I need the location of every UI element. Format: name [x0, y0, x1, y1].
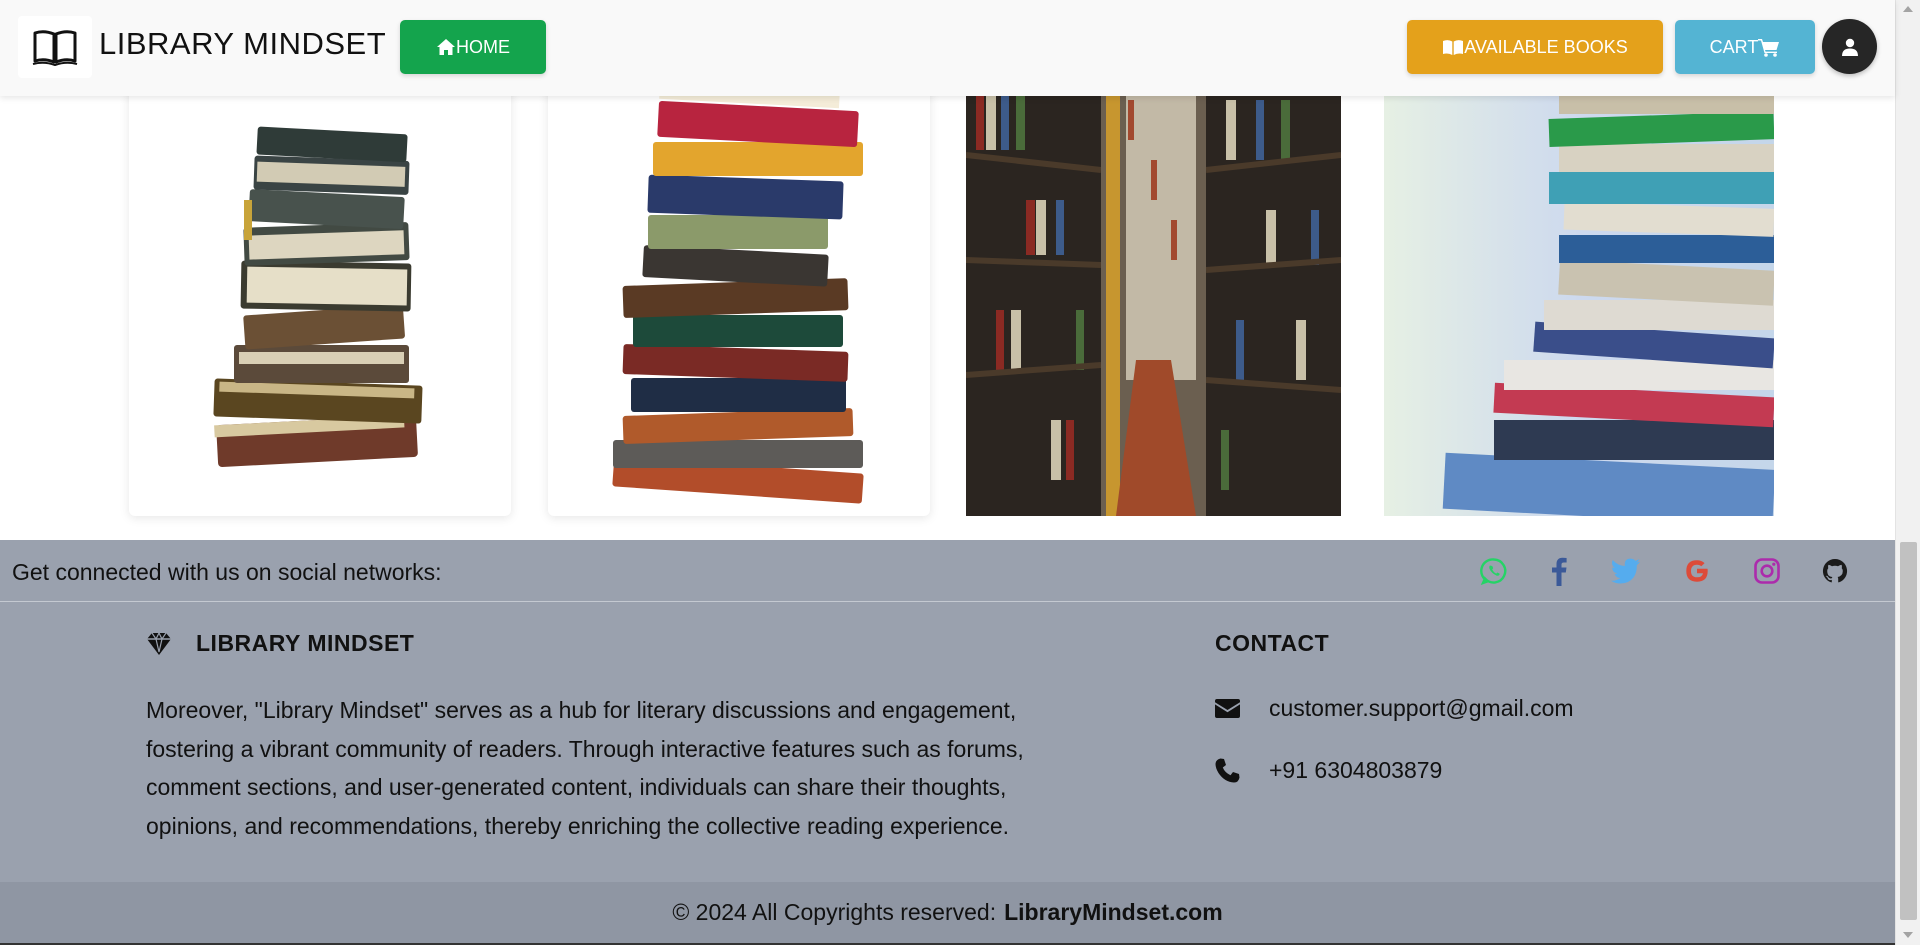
- user-icon: [1841, 38, 1858, 56]
- copyright-site-link[interactable]: LibraryMindset.com: [1004, 899, 1223, 926]
- instagram-icon[interactable]: [1750, 554, 1784, 588]
- social-text: Get connected with us on social networks…: [12, 559, 442, 585]
- phone-icon: [1215, 758, 1241, 784]
- brand-name[interactable]: LIBRARY MINDSET: [99, 26, 386, 62]
- footer-about-heading: LIBRARY MINDSET: [196, 630, 415, 656]
- contact-phone[interactable]: +91 6304803879: [1269, 757, 1442, 784]
- user-avatar-button[interactable]: [1822, 19, 1877, 74]
- cart-button[interactable]: CART: [1675, 20, 1815, 74]
- twitter-icon[interactable]: [1609, 554, 1643, 588]
- github-icon[interactable]: [1818, 554, 1852, 588]
- social-bar: Get connected with us on social networks…: [0, 540, 1895, 602]
- scrollbar-thumb[interactable]: [1900, 542, 1917, 920]
- stacked-colorful-books-image: [548, 60, 930, 516]
- book-open-icon: [1443, 39, 1464, 55]
- contact-phone-row: +91 6304803879: [1215, 757, 1442, 784]
- scroll-up-arrow-icon[interactable]: [1903, 6, 1913, 12]
- contact-email[interactable]: customer.support@gmail.com: [1269, 695, 1574, 722]
- top-navbar: LIBRARY MINDSET HOME AVAILABLE BOOKS CAR…: [0, 0, 1895, 96]
- gem-icon: [147, 631, 171, 655]
- home-icon: [437, 39, 455, 55]
- books-on-table-image: [1384, 60, 1774, 516]
- footer: Get connected with us on social networks…: [0, 540, 1895, 945]
- footer-about-title: LIBRARY MINDSET: [146, 630, 414, 657]
- facebook-icon[interactable]: [1542, 554, 1576, 588]
- copyright-text: © 2024 All Copyrights reserved:: [672, 899, 997, 925]
- cart-button-label: CART: [1709, 36, 1759, 57]
- open-book-icon[interactable]: [18, 16, 92, 78]
- whatsapp-icon[interactable]: [1477, 554, 1511, 588]
- contact-email-row: customer.support@gmail.com: [1215, 695, 1574, 722]
- available-books-label: AVAILABLE BOOKS: [1464, 36, 1628, 57]
- cart-icon: [1758, 38, 1780, 57]
- library-aisle-image: [966, 60, 1341, 516]
- home-button-label: HOME: [456, 36, 510, 57]
- google-icon[interactable]: [1680, 554, 1714, 588]
- footer-about-text: Moreover, "Library Mindset" serves as a …: [146, 697, 1024, 839]
- page-scrollbar[interactable]: [1895, 0, 1920, 945]
- available-books-button[interactable]: AVAILABLE BOOKS: [1407, 20, 1663, 74]
- copyright-bar: © 2024 All Copyrights reserved: LibraryM…: [0, 882, 1895, 945]
- stacked-old-books-image: [129, 60, 511, 516]
- footer-contact-heading: CONTACT: [1215, 630, 1330, 656]
- envelope-icon: [1215, 696, 1241, 722]
- home-button[interactable]: HOME: [400, 20, 546, 74]
- scroll-down-arrow-icon[interactable]: [1903, 932, 1913, 938]
